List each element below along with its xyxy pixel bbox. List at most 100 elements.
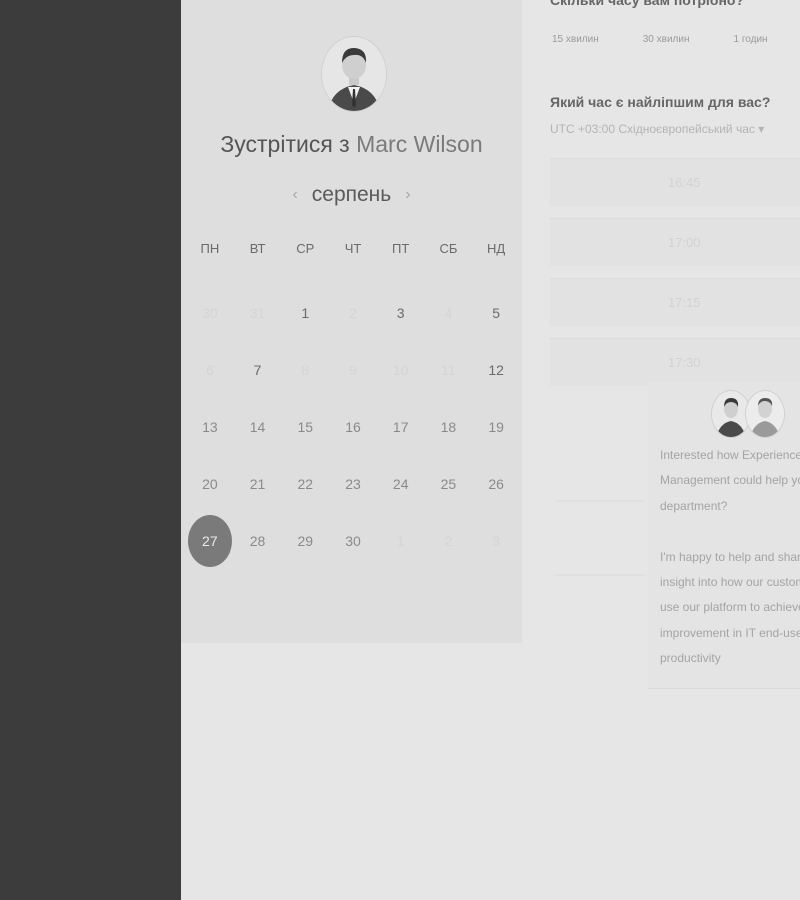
calendar-day[interactable]: 25 xyxy=(425,455,473,512)
calendar-day[interactable]: 1 xyxy=(281,284,329,341)
calendar-day-label: 3 xyxy=(492,532,501,549)
calendar-day-label: 30 xyxy=(345,532,361,549)
calendar-day[interactable]: 13 xyxy=(186,398,234,455)
weekday-label: СБ xyxy=(439,241,458,256)
left-dark-panel xyxy=(0,0,181,900)
chevron-left-icon[interactable]: ‹ xyxy=(292,186,297,204)
calendar-day[interactable]: 12 xyxy=(472,341,520,398)
calendar-day: 11 xyxy=(425,341,473,398)
weekday-label: ЧТ xyxy=(344,241,362,256)
calendar-day[interactable]: 5 xyxy=(472,284,520,341)
calendar-day: 10 xyxy=(377,341,425,398)
calendar-day-label: 6 xyxy=(205,361,214,378)
calendar-day[interactable]: 7 xyxy=(234,341,282,398)
duration-options: 15 хвилин 30 хвилин 1 годин xyxy=(552,34,768,45)
calendar-day-label: 29 xyxy=(297,532,314,549)
calendar-day[interactable]: 29 xyxy=(281,512,329,569)
calendar-day-selected[interactable]: 27 xyxy=(186,512,234,569)
chat-message-line: I'm happy to help and shar xyxy=(660,550,800,564)
chat-message-line: insight into how our custom xyxy=(660,575,800,589)
calendar-day-label: 24 xyxy=(392,475,409,492)
calendar-day-label: 18 xyxy=(440,418,457,435)
calendar-day-label: 13 xyxy=(202,418,218,435)
calendar-day-label: 15 xyxy=(297,418,314,435)
calendar-day-label: 22 xyxy=(297,475,314,492)
calendar-day[interactable]: 20 xyxy=(186,455,234,512)
agent-avatar xyxy=(745,390,785,438)
calendar-day-label: 3 xyxy=(396,304,405,321)
duration-option-60[interactable]: 1 годин xyxy=(734,34,768,45)
time-slot[interactable]: 16:45 xyxy=(550,158,800,206)
weekday-label: СР xyxy=(296,241,315,256)
calendar-day: 9 xyxy=(329,341,377,398)
month-navigation: ‹ серпень › xyxy=(181,180,522,210)
calendar-day-label: 2 xyxy=(444,532,453,549)
calendar-day-label: 2 xyxy=(349,304,357,321)
calendar-day: 3 xyxy=(472,512,520,569)
calendar-day[interactable]: 19 xyxy=(472,398,520,455)
faded-divider xyxy=(555,574,645,576)
calendar-day[interactable]: 28 xyxy=(234,512,282,569)
calendar-day-label: 10 xyxy=(392,361,409,378)
calendar-day-label: 1 xyxy=(396,532,405,549)
calendar-day-label: 26 xyxy=(488,475,504,492)
host-avatar xyxy=(321,36,387,112)
time-question: Який час є найліпшим для вас? xyxy=(550,94,771,110)
calendar-day[interactable]: 22 xyxy=(281,455,329,512)
duration-option-30[interactable]: 30 хвилин xyxy=(643,34,690,45)
calendar-day-label: 20 xyxy=(202,475,218,492)
calendar-day-label: 12 xyxy=(488,361,504,378)
weekday-header: ПН ВТ СР ЧТ ПТ СБ НД xyxy=(186,241,520,256)
calendar-day[interactable]: 16 xyxy=(329,398,377,455)
calendar-day-label: 14 xyxy=(249,418,266,435)
calendar-day[interactable]: 15 xyxy=(281,398,329,455)
calendar-day[interactable]: 21 xyxy=(234,455,282,512)
calendar-day: 30 xyxy=(186,284,234,341)
calendar-day: 6 xyxy=(186,341,234,398)
calendar-day: 1 xyxy=(377,512,425,569)
calendar-day[interactable]: 23 xyxy=(329,455,377,512)
calendar-day-label: 17 xyxy=(392,418,409,435)
calendar-day: 31 xyxy=(234,284,282,341)
duration-option-15[interactable]: 15 хвилин xyxy=(552,34,599,45)
calendar-day[interactable]: 18 xyxy=(425,398,473,455)
calendar-day-label: 21 xyxy=(249,475,266,492)
time-slot[interactable]: 17:15 xyxy=(550,278,800,326)
calendar-day-label: 27 xyxy=(187,514,232,567)
calendar-day: 8 xyxy=(281,341,329,398)
calendar-day-label: 30 xyxy=(202,304,218,321)
chevron-right-icon[interactable]: › xyxy=(405,186,410,204)
chat-message-line: department? xyxy=(660,499,728,513)
calendar-day-label: 31 xyxy=(249,304,266,321)
timezone-select[interactable]: UTC +03:00 Східноєвропейський час ▾ xyxy=(550,122,764,136)
calendar-day[interactable]: 14 xyxy=(234,398,282,455)
meeting-title-prefix: Зустрітися з xyxy=(220,131,350,157)
time-slot[interactable]: 17:00 xyxy=(550,218,800,266)
calendar-day[interactable]: 17 xyxy=(377,398,425,455)
calendar-day-label: 7 xyxy=(253,361,262,378)
calendar-day-label: 4 xyxy=(444,304,453,321)
host-name: Marc Wilson xyxy=(356,131,483,157)
chat-message-line: Management could help yo xyxy=(660,473,800,487)
calendar-day-label: 23 xyxy=(345,475,361,492)
month-label: серпень xyxy=(311,183,392,206)
chat-agent-avatars xyxy=(711,390,785,438)
time-slot[interactable]: 17:30 xyxy=(550,338,800,386)
meeting-title: Зустрітися з Marc Wilson xyxy=(181,131,522,158)
calendar-day[interactable]: 26 xyxy=(472,455,520,512)
calendar-day: 2 xyxy=(329,284,377,341)
chat-message-line: Interested how Experience xyxy=(660,448,800,462)
calendar-day: 4 xyxy=(425,284,473,341)
weekday-label: НД xyxy=(487,241,506,256)
weekday-label: ВТ xyxy=(249,241,266,256)
calendar-day-label: 19 xyxy=(488,418,504,435)
chat-message-line: use our platform to achieve xyxy=(660,600,800,614)
calendar-day-label: 28 xyxy=(249,532,266,549)
calendar-day[interactable]: 30 xyxy=(329,512,377,569)
calendar-day-label: 16 xyxy=(345,418,361,435)
calendar-day[interactable]: 3 xyxy=(377,284,425,341)
calendar-day-label: 1 xyxy=(301,304,310,321)
chat-message-line: improvement in IT end-use xyxy=(660,626,800,640)
calendar-day[interactable]: 24 xyxy=(377,455,425,512)
weekday-label: ПТ xyxy=(392,241,410,256)
